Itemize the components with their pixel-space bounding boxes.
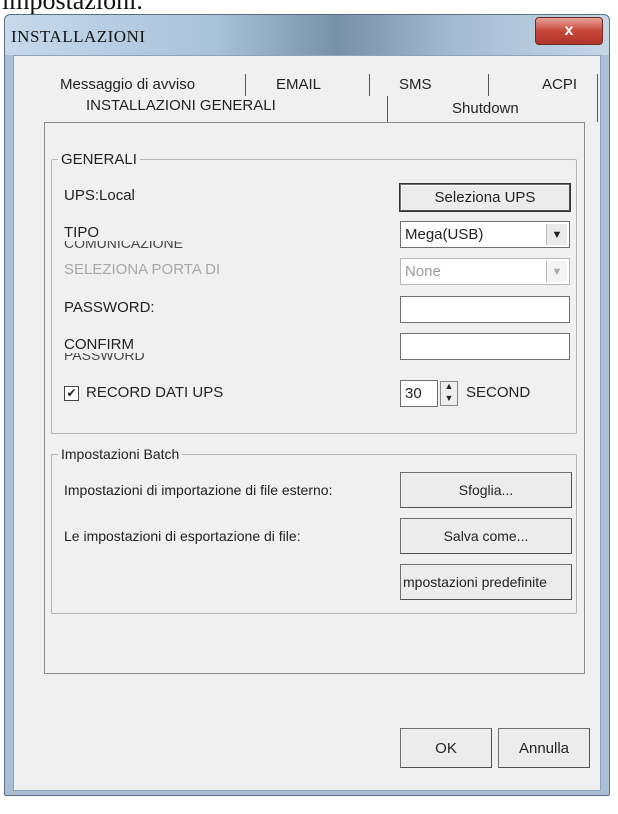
tab-messaggio-di-avviso[interactable]: Messaggio di avviso <box>60 76 195 93</box>
interval-spinner[interactable]: ▲ ▼ <box>440 381 458 406</box>
port-label: SELEZIONA PORTA DI <box>64 261 221 278</box>
select-ups-button[interactable]: Seleziona UPS <box>400 184 570 211</box>
type-select[interactable]: Mega(USB) ▼ <box>400 221 570 248</box>
tab-panel-left-border <box>44 122 45 674</box>
tab-separator <box>245 74 246 96</box>
cancel-button[interactable]: Annulla <box>498 728 590 768</box>
chevron-down-icon[interactable]: ▼ <box>546 224 567 245</box>
general-group-title: GENERALI <box>58 151 140 168</box>
tab-installazioni-generali[interactable]: INSTALLAZIONI GENERALI <box>86 97 276 114</box>
confirm-label: CONFIRM <box>64 336 134 353</box>
save-as-button[interactable]: Salva come... <box>400 518 572 554</box>
tab-acpi[interactable]: ACPI <box>542 76 577 93</box>
port-select[interactable]: None ▼ <box>400 258 570 285</box>
tab-shutdown[interactable]: Shutdown <box>452 100 519 117</box>
batch-group-title: Impostazioni Batch <box>58 446 183 462</box>
ok-button[interactable]: OK <box>400 728 492 768</box>
tab-panel-bottom-border <box>44 673 585 674</box>
confirm-password-field[interactable] <box>400 333 570 360</box>
chevron-down-icon[interactable]: ▼ <box>546 261 567 282</box>
settings-dialog: INSTALLAZIONI x Messaggio di avviso EMAI… <box>4 14 610 796</box>
title-bar[interactable]: INSTALLAZIONI x <box>5 15 609 55</box>
import-label: Impostazioni di importazione di file est… <box>64 482 333 498</box>
type-select-value: Mega(USB) <box>405 226 484 243</box>
close-icon: x <box>564 22 574 39</box>
browse-button[interactable]: Sfoglia... <box>400 472 572 508</box>
tab-separator <box>597 74 598 96</box>
record-checkbox[interactable]: ✔ <box>64 386 79 401</box>
tab-separator <box>597 96 598 122</box>
spin-down-icon[interactable]: ▼ <box>441 393 457 406</box>
tab-panel-top-border <box>44 122 584 123</box>
tab-separator <box>387 96 388 122</box>
record-label: RECORD DATI UPS <box>86 384 224 401</box>
close-button[interactable]: x <box>535 17 603 45</box>
tab-separator <box>369 74 370 96</box>
tab-sms[interactable]: SMS <box>399 76 432 93</box>
type-label: TIPO <box>64 224 100 241</box>
default-settings-button[interactable]: mpostazioni predefinite <box>400 564 572 600</box>
checkmark-icon: ✔ <box>66 386 77 400</box>
password-field[interactable] <box>400 296 570 323</box>
tab-separator <box>488 74 489 96</box>
tab-panel-right-border <box>584 122 585 674</box>
export-label: Le impostazioni di esportazione di file: <box>64 528 301 544</box>
dialog-client-area: Messaggio di avviso EMAIL SMS ACPI INSTA… <box>13 55 601 791</box>
type-label-overflow: COMUNICAZIONE <box>64 241 183 249</box>
tab-email[interactable]: EMAIL <box>276 76 321 93</box>
ups-label: UPS:Local <box>64 187 135 204</box>
confirm-label-overflow: PASSWORD <box>64 353 145 361</box>
interval-unit-label: SECOND <box>466 384 531 401</box>
interval-field[interactable]: 30 <box>400 380 438 407</box>
port-select-value: None <box>405 263 441 280</box>
password-label: PASSWORD: <box>64 299 155 316</box>
dialog-title: INSTALLAZIONI <box>11 27 146 46</box>
spin-up-icon[interactable]: ▲ <box>441 382 457 394</box>
